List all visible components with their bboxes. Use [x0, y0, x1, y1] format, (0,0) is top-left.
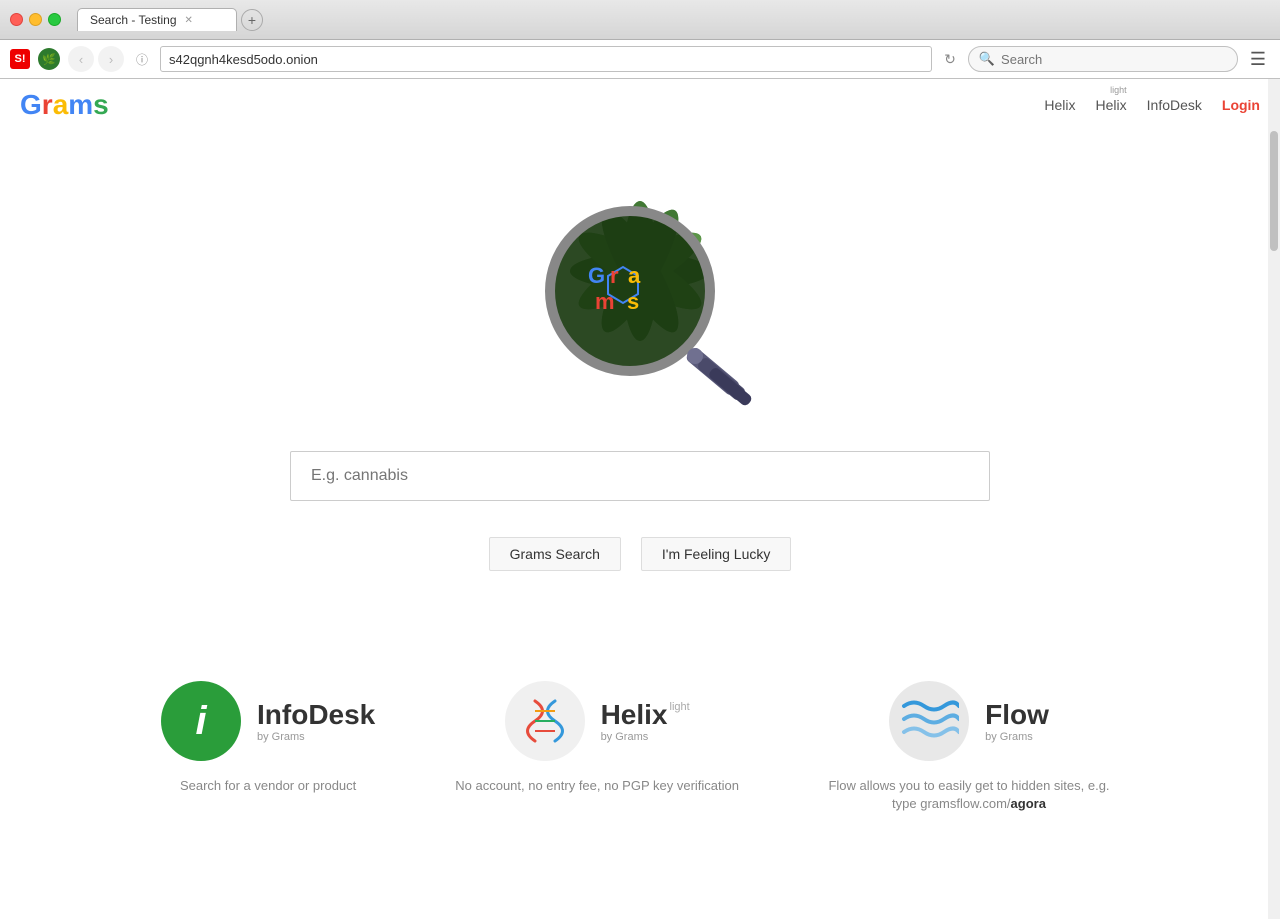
infodesk-logo-row: i InfoDesk by Grams [161, 681, 375, 761]
search-icon: 🔍 [979, 51, 995, 67]
site-nav: Helix light Helix InfoDesk Login [1044, 97, 1260, 113]
logo-r: r [42, 89, 53, 120]
site-logo: Grams [20, 89, 109, 121]
infodesk-desc: Search for a vendor or product [180, 777, 356, 795]
infodesk-by-grams: by Grams [257, 731, 375, 743]
main-content: G r a m s Grams Search I'm Feeling L [0, 131, 1280, 631]
browser-content: Grams Helix light Helix InfoDesk Login [0, 79, 1280, 919]
maximize-button[interactable] [48, 13, 61, 26]
infodesk-icon: i [161, 681, 241, 761]
grams-search-button[interactable]: Grams Search [489, 537, 621, 571]
tab-close-icon[interactable]: ✕ [185, 15, 193, 26]
helix-light-label: light [670, 701, 690, 713]
window-chrome: Search - Testing ✕ + [0, 0, 1280, 40]
addon-icon-2: 🌿 [38, 48, 60, 70]
info-button[interactable]: ⓘ [132, 49, 152, 69]
svg-text:a: a [628, 263, 641, 288]
menu-button[interactable]: ☰ [1246, 49, 1270, 70]
browser-search-input[interactable] [1001, 52, 1227, 67]
logo-a: a [53, 89, 69, 120]
helix-name: Helix [601, 699, 668, 731]
flow-desc: Flow allows you to easily get to hidden … [819, 777, 1119, 813]
traffic-lights [10, 13, 61, 26]
nav-infodesk[interactable]: InfoDesk [1147, 97, 1202, 113]
infodesk-name-block: InfoDesk by Grams [257, 699, 375, 743]
svg-text:G: G [588, 263, 605, 288]
back-button[interactable]: ‹ [68, 46, 94, 72]
flow-icon [889, 681, 969, 761]
url-input[interactable] [160, 46, 932, 72]
helix-desc: No account, no entry fee, no PGP key ver… [455, 777, 739, 795]
helix-icon [505, 681, 585, 761]
tab-title: Search - Testing [90, 13, 177, 27]
infodesk-name: InfoDesk [257, 699, 375, 731]
search-form [290, 451, 990, 501]
logo-g: G [20, 89, 42, 120]
nav-helix[interactable]: Helix [1044, 97, 1075, 113]
site-header: Grams Helix light Helix InfoDesk Login [0, 79, 1280, 131]
flow-name: Flow [985, 699, 1049, 731]
browser-search-bar[interactable]: 🔍 [968, 46, 1238, 72]
service-infodesk: i InfoDesk by Grams Search for a vendor … [161, 681, 375, 813]
refresh-button[interactable]: ↻ [940, 47, 960, 72]
helix-name-block: Helix light by Grams [601, 699, 690, 743]
tab-bar: Search - Testing ✕ + [77, 8, 1270, 31]
svg-text:r: r [610, 263, 619, 288]
svg-text:m: m [595, 289, 615, 314]
active-tab[interactable]: Search - Testing ✕ [77, 8, 237, 31]
feeling-lucky-button[interactable]: I'm Feeling Lucky [641, 537, 792, 571]
forward-button[interactable]: › [98, 46, 124, 72]
hero-svg: G r a m s [480, 151, 800, 421]
helix-logo-row: Helix light by Grams [505, 681, 690, 761]
logo-m: m [68, 89, 93, 120]
hero-image: G r a m s [480, 151, 800, 421]
services-section: i InfoDesk by Grams Search for a vendor … [0, 631, 1280, 853]
svg-text:s: s [627, 289, 639, 314]
logo-s: s [93, 89, 109, 120]
nav-login[interactable]: Login [1222, 97, 1260, 113]
scrollbar-thumb[interactable] [1270, 131, 1278, 251]
flow-logo-row: Flow by Grams [889, 681, 1049, 761]
nav-buttons: ‹ › [68, 46, 124, 72]
scrollbar-track[interactable] [1268, 79, 1280, 919]
helix-by-grams: by Grams [601, 731, 690, 743]
search-buttons: Grams Search I'm Feeling Lucky [489, 537, 792, 571]
addon-icon-1: S! [10, 49, 30, 69]
main-search-input[interactable] [290, 451, 990, 501]
address-bar: S! 🌿 ‹ › ⓘ ↻ 🔍 ☰ [0, 40, 1280, 79]
new-tab-button[interactable]: + [241, 9, 263, 31]
service-flow: Flow by Grams Flow allows you to easily … [819, 681, 1119, 813]
nav-helix-light[interactable]: light Helix [1096, 97, 1127, 113]
service-helix: Helix light by Grams No account, no entr… [455, 681, 739, 813]
flow-by-grams: by Grams [985, 731, 1049, 743]
flow-name-block: Flow by Grams [985, 699, 1049, 743]
light-label: light [1110, 85, 1127, 95]
close-button[interactable] [10, 13, 23, 26]
helix-name-row: Helix light [601, 699, 690, 731]
minimize-button[interactable] [29, 13, 42, 26]
